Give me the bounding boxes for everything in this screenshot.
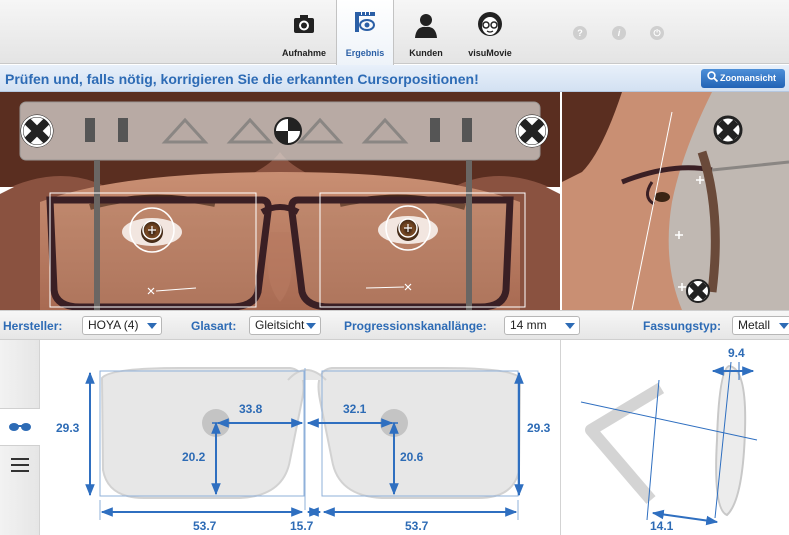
tab-visumovie-label: visuMovie bbox=[468, 48, 512, 58]
right-pd-value: 32.1 bbox=[343, 402, 367, 416]
left-fitting-height-value: 20.2 bbox=[182, 450, 206, 464]
zoom-button[interactable]: Zoomansicht bbox=[701, 69, 785, 88]
help-icon[interactable]: ? bbox=[573, 26, 587, 40]
progression-value: 14 mm bbox=[510, 318, 547, 332]
info-icon[interactable]: i bbox=[612, 26, 626, 40]
hersteller-label: Hersteller: bbox=[3, 319, 63, 333]
tab-aufnahme[interactable]: Aufnahme bbox=[275, 0, 333, 64]
zoom-button-label: Zoomansicht bbox=[720, 73, 777, 83]
sidebar-item-menu[interactable] bbox=[0, 446, 40, 484]
right-width-value: 53.7 bbox=[405, 519, 429, 533]
glasart-value: Gleitsicht bbox=[255, 318, 305, 332]
menu-icon bbox=[11, 458, 29, 472]
tab-visumovie[interactable]: visuMovie bbox=[461, 0, 519, 64]
left-width-value: 53.7 bbox=[193, 519, 217, 533]
hersteller-select[interactable]: HOYA (4) bbox=[82, 316, 162, 335]
tab-ergebnis-label: Ergebnis bbox=[345, 48, 385, 58]
side-measurement-diagram bbox=[580, 361, 758, 526]
chevron-down-icon bbox=[779, 323, 789, 329]
left-marker-icon bbox=[20, 114, 54, 148]
side-marker-bottom-icon bbox=[686, 279, 710, 303]
chevron-down-icon bbox=[306, 323, 316, 329]
glasart-select[interactable]: Gleitsicht bbox=[249, 316, 321, 335]
fassungstyp-label: Fassungstyp: bbox=[643, 319, 722, 333]
glasses-icon bbox=[9, 423, 31, 431]
instruction-text: Prüfen und, falls nötig, korrigieren Sie… bbox=[5, 71, 479, 87]
exit-icon[interactable]: ⏻ bbox=[650, 26, 664, 40]
chevron-down-icon bbox=[147, 323, 157, 329]
camera-icon bbox=[294, 15, 314, 33]
vertex-distance-value: 9.4 bbox=[728, 346, 745, 360]
sidebar-item-glasses[interactable] bbox=[0, 408, 40, 446]
selector-bar: Hersteller: HOYA (4) Glasart: Gleitsicht… bbox=[0, 310, 789, 340]
pantoscopic-value: 14.1 bbox=[650, 519, 674, 533]
left-pd-value: 33.8 bbox=[239, 402, 263, 416]
sidebar bbox=[0, 340, 40, 535]
frontal-photo bbox=[0, 92, 560, 310]
visumovie-icon bbox=[478, 12, 502, 36]
side-photo bbox=[562, 92, 789, 310]
tab-ergebnis[interactable]: Ergebnis bbox=[336, 0, 394, 65]
fassungstyp-value: Metall bbox=[738, 318, 771, 332]
fassungstyp-select[interactable]: Metall bbox=[732, 316, 789, 335]
left-height-value: 29.3 bbox=[56, 421, 80, 435]
center-marker-icon bbox=[274, 117, 302, 145]
top-toolbar: Aufnahme Ergebnis Kunden visuMovie ? i ⏻ bbox=[0, 0, 789, 65]
right-marker-icon bbox=[515, 114, 549, 148]
right-fitting-height-value: 20.6 bbox=[400, 450, 424, 464]
chevron-down-icon bbox=[565, 323, 575, 329]
side-marker-top-icon bbox=[713, 115, 743, 145]
tab-aufnahme-label: Aufnahme bbox=[281, 48, 326, 58]
glasart-label: Glasart: bbox=[191, 319, 237, 333]
progression-label: Progressionskanallänge: bbox=[344, 319, 487, 333]
search-icon bbox=[707, 71, 719, 83]
measurement-icon bbox=[355, 12, 375, 32]
right-height-value: 29.3 bbox=[527, 421, 551, 435]
progression-select[interactable]: 14 mm bbox=[504, 316, 580, 335]
hersteller-value: HOYA (4) bbox=[88, 318, 139, 332]
frontal-measurement-diagram bbox=[85, 367, 524, 520]
tab-kunden-label: Kunden bbox=[409, 48, 443, 58]
tab-kunden[interactable]: Kunden bbox=[397, 0, 455, 64]
instruction-bar: Prüfen und, falls nötig, korrigieren Sie… bbox=[0, 65, 789, 92]
customer-icon bbox=[415, 14, 437, 38]
bridge-value: 15.7 bbox=[290, 519, 314, 533]
